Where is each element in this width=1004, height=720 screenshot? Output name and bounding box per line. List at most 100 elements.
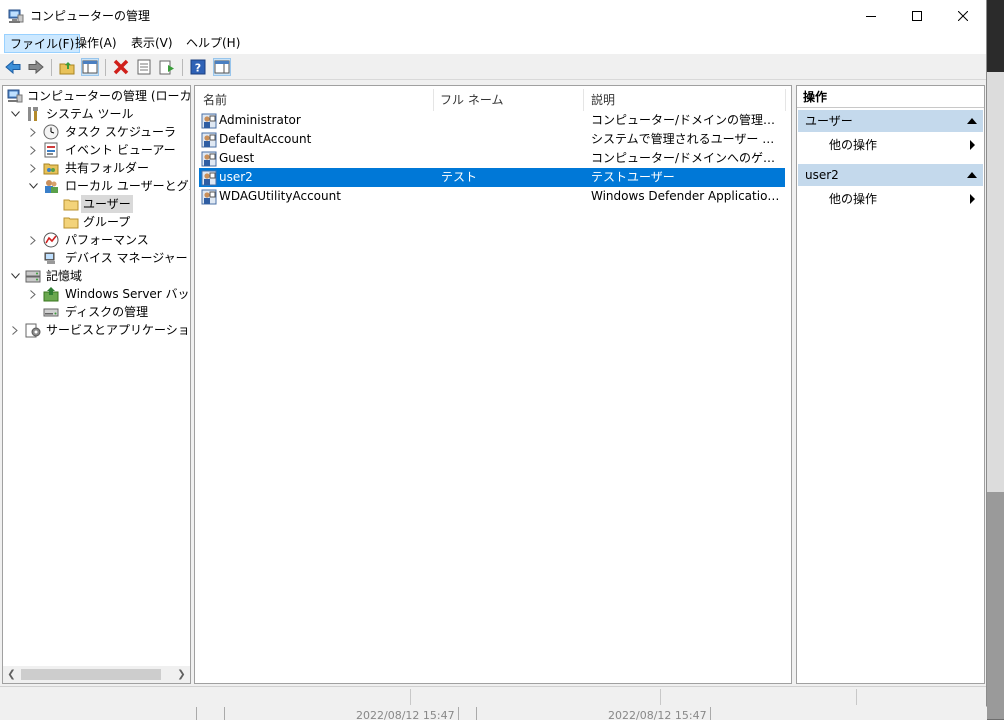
chevron-right-icon[interactable]	[27, 285, 39, 303]
title-bar[interactable]: コンピューターの管理	[0, 0, 986, 32]
close-button[interactable]	[940, 0, 986, 32]
chevron-right-icon[interactable]	[27, 123, 39, 141]
performance-icon	[43, 232, 59, 248]
menu-view[interactable]: 表示(V)	[126, 34, 178, 53]
scroll-thumb[interactable]	[21, 669, 161, 680]
show-hide-console-tree-button[interactable]	[81, 58, 99, 76]
properties-button[interactable]	[135, 58, 153, 76]
tree-node[interactable]: グループ	[3, 213, 190, 231]
menu-file[interactable]: ファイル(F)	[4, 34, 81, 53]
forward-arrow-icon	[28, 60, 44, 74]
cell-name: DefaultAccount	[219, 132, 312, 146]
table-row[interactable]: Administrator コンピューター/ドメインの管理用 (ビルト...	[199, 111, 785, 130]
delete-x-icon	[113, 59, 129, 75]
collapse-up-icon[interactable]	[967, 118, 977, 124]
chevron-right-icon[interactable]	[9, 321, 21, 339]
show-hide-action-pane-button[interactable]	[213, 58, 231, 76]
table-row[interactable]: Guest コンピューター/ドメインへのゲスト アクセ...	[199, 149, 785, 168]
window-title: コンピューターの管理	[30, 9, 151, 23]
cell-desc: コンピューター/ドメインの管理用 (ビルト...	[591, 113, 781, 127]
chevron-down-icon[interactable]	[27, 177, 39, 195]
tree-node[interactable]: デバイス マネージャー	[3, 249, 190, 267]
table-row[interactable]: user2 テスト テストユーザー	[199, 168, 785, 187]
tree-node[interactable]: システム ツール	[3, 105, 190, 123]
back-button[interactable]	[4, 58, 22, 76]
cell-desc: Windows Defender Application G...	[591, 189, 781, 203]
tree-node[interactable]: パフォーマンス	[3, 231, 190, 249]
device-manager-icon	[44, 252, 55, 264]
tree-node-label: ディスクの管理	[65, 305, 149, 319]
folder-icon	[63, 217, 79, 229]
status-segment	[410, 689, 661, 705]
tree-node-label: ユーザー	[81, 195, 133, 213]
tree-node[interactable]: ユーザー	[3, 195, 190, 213]
user-account-icon	[201, 151, 217, 167]
forward-button[interactable]	[27, 58, 45, 76]
column-header-description[interactable]: 説明	[591, 89, 615, 111]
tree-node-label: 記憶域	[46, 269, 83, 283]
svg-text:?: ?	[195, 62, 201, 75]
tree-node-label: 共有フォルダー	[65, 161, 150, 175]
submenu-arrow-icon	[970, 194, 975, 204]
user-account-icon	[201, 132, 217, 148]
tree-node[interactable]: ディスクの管理	[3, 303, 190, 321]
maximize-button[interactable]	[894, 0, 940, 32]
maximize-icon	[912, 11, 922, 21]
console-tree-pane: コンピューターの管理 (ローカル) システム ツール タスク スケジューライベント …	[2, 85, 191, 684]
column-header-name[interactable]: 名前	[203, 89, 227, 111]
tree-node-label: デバイス マネージャー	[65, 251, 188, 265]
minimize-button[interactable]	[848, 0, 894, 32]
tree-node-label: ローカル ユーザーとグループ	[65, 179, 190, 193]
table-row[interactable]: WDAGUtilityAccount Windows Defender Appli…	[199, 187, 785, 206]
tree-node[interactable]: コンピューターの管理 (ローカル)	[3, 87, 190, 105]
cell-name: WDAGUtilityAccount	[219, 189, 341, 203]
tree-node[interactable]: タスク スケジューラ	[3, 123, 190, 141]
chevron-down-icon[interactable]	[9, 267, 21, 285]
tree-node-label: イベント ビューアー	[65, 143, 176, 157]
tree-node[interactable]: 記憶域	[3, 267, 190, 285]
actions-section-label: user2	[805, 168, 839, 182]
computer-management-window: コンピューターの管理 ファイル(F) 操作(A) 表示(V) ヘルプ(H) ? …	[0, 0, 987, 707]
chevron-right-icon[interactable]	[27, 159, 39, 177]
tree-node-label: コンピューターの管理 (ローカル)	[27, 89, 191, 103]
toolbar: ?	[0, 55, 986, 80]
actions-more-actions-user2[interactable]: 他の操作	[798, 188, 983, 210]
background-window-strip: 2022/08/12 15:47 2022/08/12 15:47	[0, 706, 987, 720]
user-account-icon	[201, 189, 217, 205]
help-button[interactable]: ?	[189, 58, 207, 76]
tree-node[interactable]: Windows Server バックア	[3, 285, 190, 303]
export-list-button[interactable]	[158, 58, 176, 76]
tree-node[interactable]: イベント ビューアー	[3, 141, 190, 159]
actions-section-label: ユーザー	[805, 114, 853, 128]
actions-more-actions-users[interactable]: 他の操作	[798, 134, 983, 156]
computer-management-icon[interactable]	[8, 8, 24, 24]
up-one-level-button[interactable]	[58, 58, 76, 76]
cell-desc: システムで管理されるユーザー アカウン...	[591, 132, 781, 146]
status-segment	[0, 689, 411, 705]
column-header-fullname[interactable]: フル ネーム	[440, 89, 503, 111]
shared-folder-icon	[43, 163, 59, 175]
actions-section-user2[interactable]: user2	[798, 164, 983, 186]
status-segment	[660, 689, 857, 705]
submenu-arrow-icon	[970, 140, 975, 150]
folder-icon	[63, 199, 79, 211]
cell-desc: テストユーザー	[591, 170, 675, 184]
chevron-right-icon[interactable]	[27, 141, 39, 159]
chevron-down-icon[interactable]	[9, 105, 21, 123]
collapse-up-icon[interactable]	[967, 172, 977, 178]
chevron-right-icon[interactable]	[27, 231, 39, 249]
users-groups-icon	[45, 180, 58, 193]
tree-node[interactable]: ローカル ユーザーとグループ	[3, 177, 190, 195]
menu-help[interactable]: ヘルプ(H)	[181, 34, 245, 53]
actions-section-users[interactable]: ユーザー	[798, 110, 983, 132]
tree-node[interactable]: 共有フォルダー	[3, 159, 190, 177]
table-row[interactable]: DefaultAccount システムで管理されるユーザー アカウン...	[199, 130, 785, 149]
tree-horizontal-scrollbar[interactable]: ❮ ❯	[3, 666, 190, 683]
menu-action[interactable]: 操作(A)	[70, 34, 122, 53]
action-pane-icon	[214, 60, 230, 74]
delete-button[interactable]	[112, 58, 130, 76]
tree-node[interactable]: サービスとアプリケーション	[3, 321, 190, 339]
menu-bar: ファイル(F) 操作(A) 表示(V) ヘルプ(H)	[0, 32, 986, 54]
scroll-left-icon[interactable]: ❮	[3, 666, 20, 683]
scroll-right-icon[interactable]: ❯	[173, 666, 190, 683]
